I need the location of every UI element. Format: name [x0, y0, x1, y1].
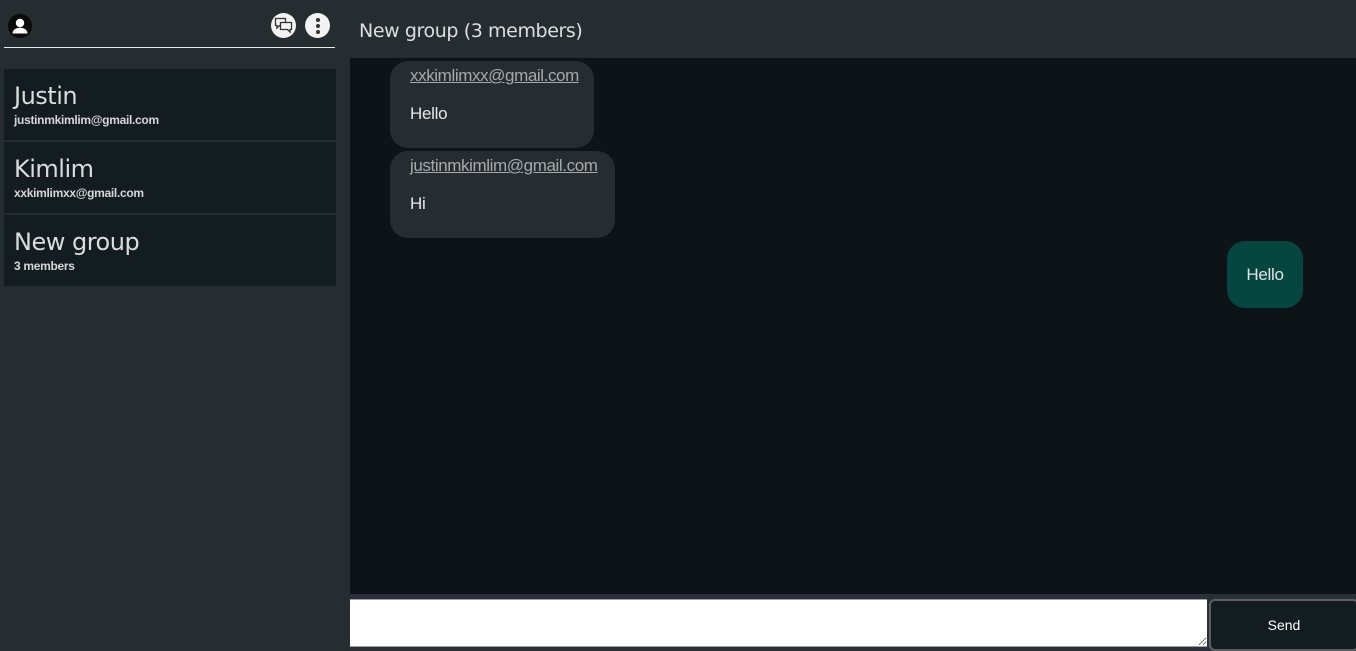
message-text: Hello — [1246, 264, 1284, 284]
message-text: Hello — [410, 104, 448, 123]
message-list[interactable]: xxkimlimxx@gmail.com Hello justinmkimlim… — [350, 58, 1356, 594]
conversation-item-kimlim[interactable]: Kimlim xxkimlimxx@gmail.com — [4, 142, 336, 213]
conversation-subtitle: xxkimlimxx@gmail.com — [14, 186, 144, 200]
menu-button[interactable] — [305, 13, 330, 38]
chat-header: New group (3 members) — [350, 0, 1356, 58]
chat-title: New group (3 members) — [359, 20, 583, 42]
user-avatar-icon[interactable] — [8, 14, 32, 38]
message-sender-link[interactable]: xxkimlimxx@gmail.com — [410, 66, 579, 86]
more-vertical-icon — [315, 17, 320, 34]
chat-panel: New group (3 members) xxkimlimxx@gmail.c… — [350, 0, 1356, 651]
new-chat-button[interactable] — [271, 13, 296, 38]
conversation-item-justin[interactable]: Justin justinmkimlim@gmail.com — [4, 69, 336, 140]
conversation-name: Justin — [14, 82, 78, 110]
message-text: Hi — [410, 194, 426, 213]
chat-app: Justin justinmkimlim@gmail.com Kimlim xx… — [0, 0, 1356, 651]
message-sender-link[interactable]: justinmkimlim@gmail.com — [410, 156, 598, 176]
incoming-message: xxkimlimxx@gmail.com Hello — [390, 61, 594, 148]
send-button[interactable]: Send — [1209, 599, 1356, 651]
conversation-subtitle: 3 members — [14, 259, 75, 273]
conversation-list: Justin justinmkimlim@gmail.com Kimlim xx… — [4, 69, 336, 288]
conversation-name: New group — [14, 228, 140, 256]
chat-bubbles-icon — [274, 17, 293, 34]
conversation-item-new-group[interactable]: New group 3 members — [4, 215, 336, 286]
outgoing-message: Hello — [1227, 241, 1303, 308]
message-composer: Send — [350, 594, 1356, 651]
sidebar-header — [4, 0, 335, 48]
conversation-name: Kimlim — [14, 155, 94, 183]
incoming-message: justinmkimlim@gmail.com Hi — [390, 151, 615, 238]
sidebar: Justin justinmkimlim@gmail.com Kimlim xx… — [0, 0, 350, 651]
message-input[interactable] — [350, 599, 1207, 647]
conversation-subtitle: justinmkimlim@gmail.com — [14, 113, 159, 127]
